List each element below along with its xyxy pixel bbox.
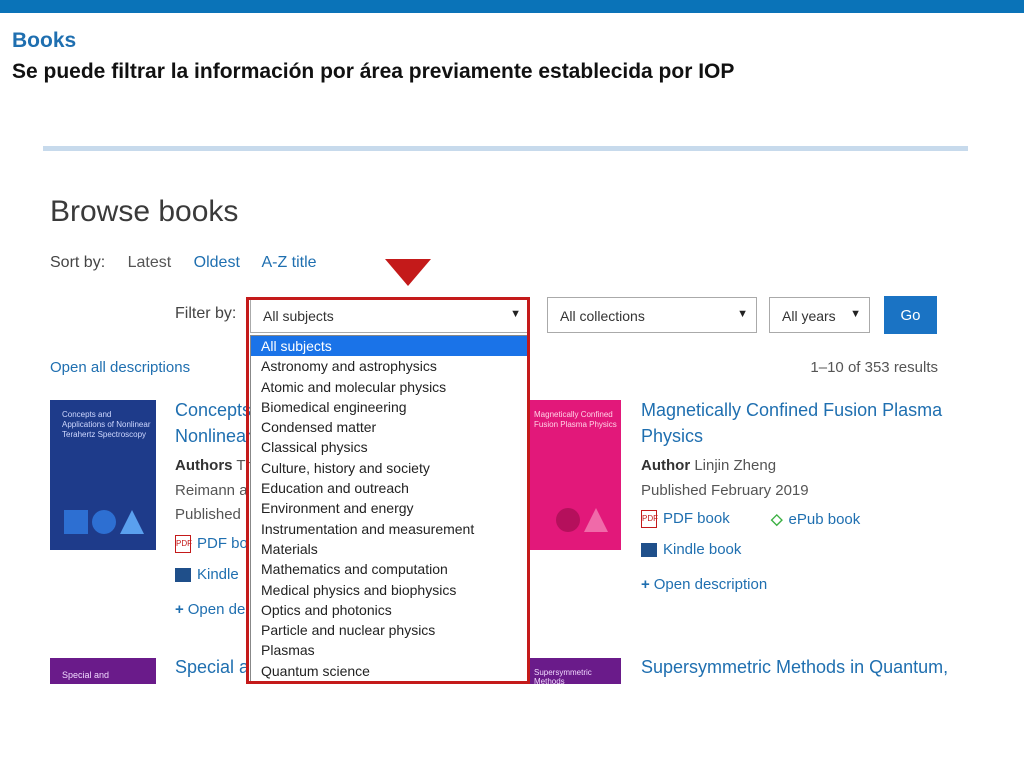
slide-subtitle: Se puede filtrar la información por área… xyxy=(12,60,735,83)
dropdown-option[interactable]: Medical physics and biophysics xyxy=(251,580,527,600)
epub-link-label: ePub book xyxy=(788,511,861,528)
book-cover[interactable]: Special and xyxy=(50,658,156,684)
page-title: Browse books xyxy=(50,195,239,228)
sort-label: Sort by: xyxy=(50,254,106,271)
book-authors-cont: Reimann a xyxy=(175,482,248,499)
dropdown-option[interactable]: Quantum science xyxy=(251,661,527,681)
cover-square-shape xyxy=(64,510,88,534)
collections-select-value: All collections xyxy=(560,308,645,324)
subjects-select[interactable]: All subjects ▼ xyxy=(250,297,530,333)
author-value: Linjin Zheng xyxy=(694,457,777,474)
years-select[interactable]: All years ▼ xyxy=(769,297,870,333)
kindle-icon xyxy=(175,568,191,583)
open-description-link[interactable]: + Open description xyxy=(641,576,767,593)
dropdown-option[interactable]: Classical physics xyxy=(251,437,527,457)
author-label: Author xyxy=(641,457,691,474)
caret-down-icon: ▼ xyxy=(737,308,748,320)
dropdown-option[interactable]: Atomic and molecular physics xyxy=(251,377,527,397)
kindle-book-link[interactable]: Kindle book xyxy=(641,541,741,558)
dropdown-option[interactable]: Materials xyxy=(251,539,527,559)
dropdown-option[interactable]: Particle and nuclear physics xyxy=(251,620,527,640)
book-title-line1[interactable]: Concepts xyxy=(175,397,251,423)
dropdown-option[interactable]: Environment and energy xyxy=(251,498,527,518)
caret-down-icon: ▼ xyxy=(510,308,521,320)
pdf-icon: PDF xyxy=(175,535,192,554)
pdf-link-label: PDF bo xyxy=(197,535,248,552)
pdf-link-label: PDF book xyxy=(663,510,730,527)
sort-latest-link[interactable]: Latest xyxy=(128,254,172,271)
open-description-label: Open de xyxy=(187,601,246,618)
open-description-label: Open description xyxy=(653,576,768,593)
pdf-icon: PDF xyxy=(641,510,658,529)
kindle-link-label: Kindle xyxy=(197,566,239,583)
dropdown-option[interactable]: Education and outreach xyxy=(251,478,527,498)
dropdown-option[interactable]: Instrumentation and measurement xyxy=(251,519,527,539)
dropdown-option[interactable]: Optics and photonics xyxy=(251,600,527,620)
book-cover[interactable]: Magnetically Confined Fusion Plasma Phys… xyxy=(528,400,621,550)
dropdown-option[interactable]: Astronomy and astrophysics xyxy=(251,356,527,376)
callout-arrow-icon xyxy=(385,259,431,286)
epub-book-link[interactable]: ◇ ePub book xyxy=(771,510,860,528)
dropdown-option[interactable]: Culture, history and society xyxy=(251,458,527,478)
plus-icon: + xyxy=(641,576,650,593)
cover-circle-shape xyxy=(92,510,116,534)
open-all-descriptions-link[interactable]: Open all descriptions xyxy=(50,359,190,376)
pdf-book-link[interactable]: PDF PDF bo xyxy=(175,535,248,554)
kindle-link-label: Kindle book xyxy=(663,541,742,558)
caret-down-icon: ▼ xyxy=(850,308,861,320)
sort-oldest-link[interactable]: Oldest xyxy=(194,254,240,271)
cover-title: Magnetically Confined Fusion Plasma Phys… xyxy=(534,410,617,429)
filter-label: Filter by: xyxy=(175,305,237,322)
slide-title: Books xyxy=(12,29,77,52)
book-published: Published February 2019 xyxy=(641,482,809,499)
epub-icon: ◇ xyxy=(771,511,783,528)
book-authors: Authors Th xyxy=(175,457,254,474)
results-count: 1–10 of 353 results xyxy=(810,359,938,376)
cover-title: Concepts and Applications of Nonlinear T… xyxy=(62,410,151,439)
book-title[interactable]: Supersymmetric Methods in Quantum, xyxy=(641,654,948,680)
cover-title: Supersymmetric Methods xyxy=(534,668,592,684)
book-author: Author Linjin Zheng xyxy=(641,457,776,474)
book-title[interactable]: Special a xyxy=(175,654,249,680)
book-title-line2[interactable]: Nonlinear xyxy=(175,423,252,449)
dropdown-option[interactable]: Plasmas xyxy=(251,640,527,660)
book-published: Published xyxy=(175,506,241,523)
plus-icon: + xyxy=(175,601,184,618)
kindle-book-link[interactable]: Kindle xyxy=(175,566,239,583)
cover-triangle-shape xyxy=(120,510,144,534)
subjects-dropdown-list: All subjects Astronomy and astrophysics … xyxy=(250,335,528,683)
dropdown-option[interactable]: Condensed matter xyxy=(251,417,527,437)
dropdown-option[interactable]: Biomedical engineering xyxy=(251,397,527,417)
dropdown-option[interactable]: All subjects xyxy=(251,336,527,357)
top-accent-bar xyxy=(0,0,1024,13)
cover-title: Special and xyxy=(62,670,110,680)
book-cover[interactable]: Supersymmetric Methods xyxy=(528,658,621,684)
go-button[interactable]: Go xyxy=(884,296,937,334)
sort-bar: Sort by: Latest Oldest A-Z title xyxy=(50,254,335,272)
years-select-value: All years xyxy=(782,308,836,324)
dropdown-option[interactable]: Mathematics and computation xyxy=(251,559,527,579)
cover-triangle-shape xyxy=(584,508,608,532)
authors-label: Authors xyxy=(175,457,233,474)
book-title-line1[interactable]: Magnetically Confined Fusion Plasma xyxy=(641,397,942,423)
pdf-book-link[interactable]: PDF PDF book xyxy=(641,510,730,529)
book-title-line2[interactable]: Physics xyxy=(641,423,703,449)
subjects-select-value: All subjects xyxy=(263,308,334,324)
kindle-icon xyxy=(641,543,657,558)
cover-circle-shape xyxy=(556,508,580,532)
collections-select[interactable]: All collections ▼ xyxy=(547,297,757,333)
book-cover[interactable]: Concepts and Applications of Nonlinear T… xyxy=(50,400,156,550)
open-description-link[interactable]: + Open de xyxy=(175,601,245,618)
screenshot-top-border xyxy=(43,146,968,151)
sort-az-link[interactable]: A-Z title xyxy=(261,254,316,271)
